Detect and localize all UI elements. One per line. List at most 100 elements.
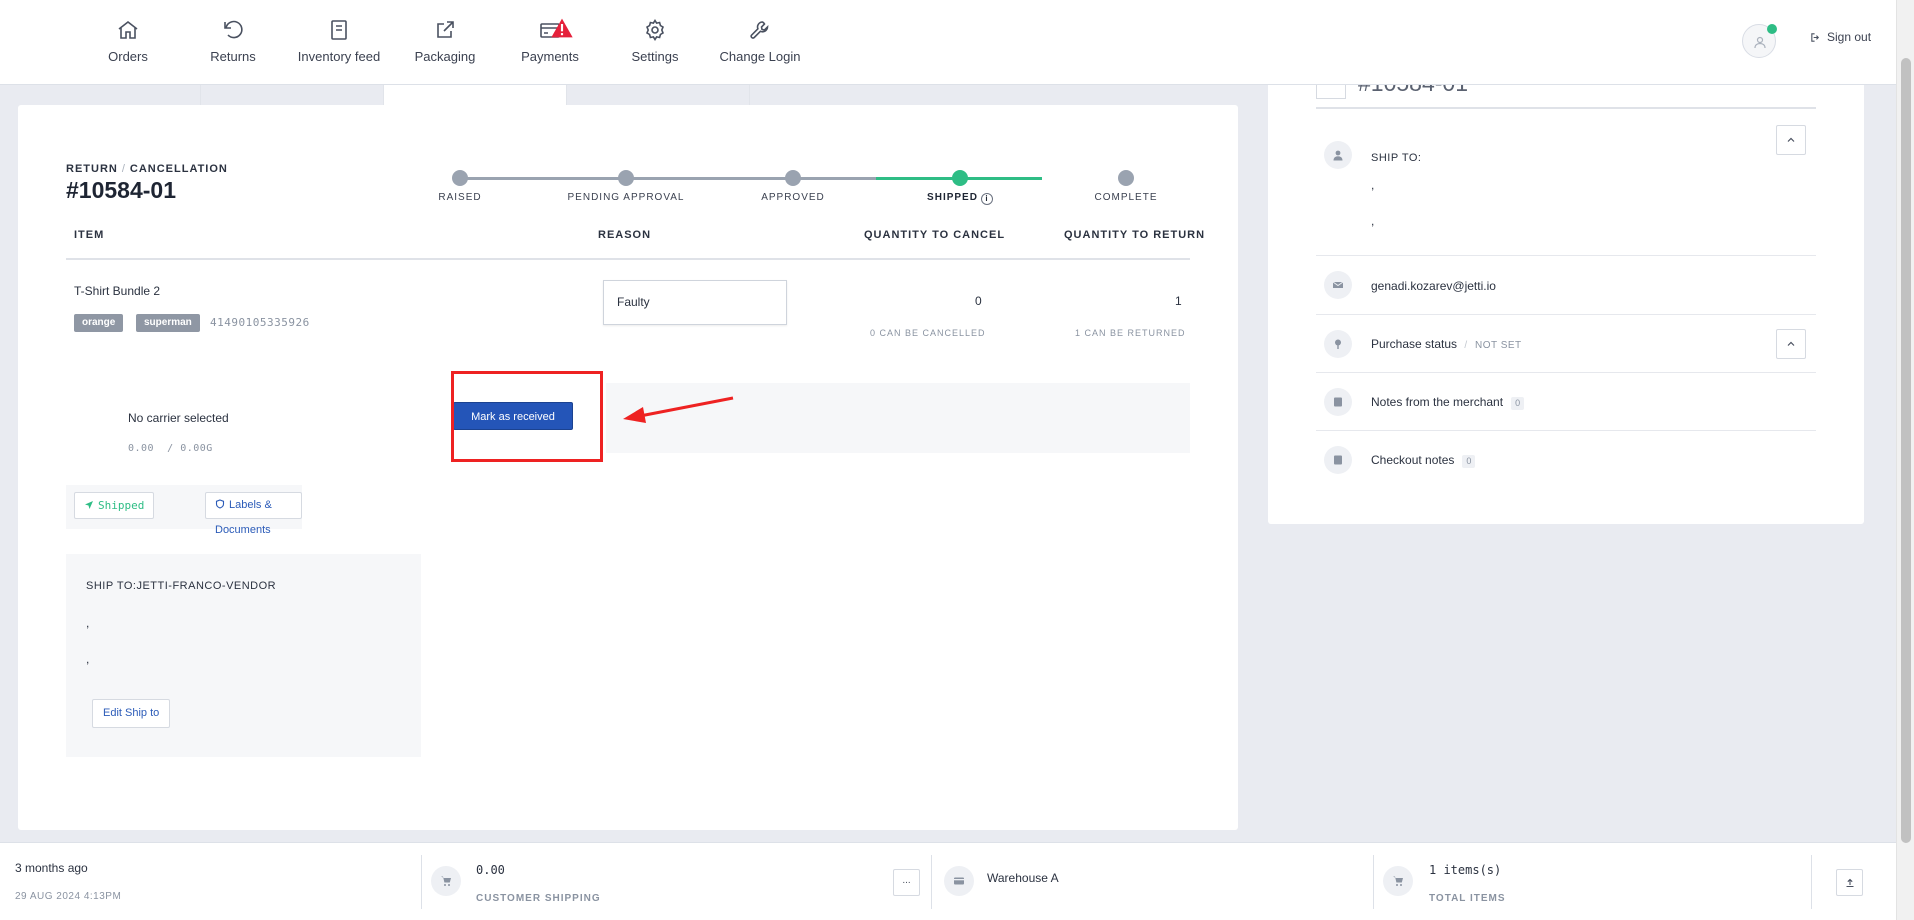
step-pending-approval: PENDING APPROVAL [556,170,696,203]
scrollbar-thumb[interactable] [1901,58,1911,843]
reason-value: Faulty [617,295,650,309]
ship-to-line: , [86,616,90,630]
nav-item-label: Payments [521,49,579,64]
note-icon [1324,388,1352,416]
upload-button[interactable] [1836,869,1863,896]
avatar[interactable] [1742,24,1777,58]
ship-to-panel: SHIP TO:JETTI-FRANCO-VENDOR , , Edit Shi… [66,554,421,757]
mark-as-received-button[interactable]: Mark as received [453,402,573,430]
user-icon [1324,141,1352,169]
nav-item-label: Inventory feed [297,49,381,64]
edit-ship-to-button[interactable]: Edit Ship to [92,699,171,728]
shipped-label: Shipped [98,499,145,512]
chevron-up-icon [1787,137,1795,142]
ship-to-section: SHIP TO: , , [1316,109,1816,256]
purchase-status-row: Purchase status / NOT SET [1316,315,1816,373]
created-date: 29 AUG 2024 4:13PM [15,891,122,902]
email-row: genadi.kozarev@jetti.io [1316,256,1816,315]
divider [1811,855,1812,909]
carrier-status: No carrier selected [128,411,229,425]
nav-item-label: Packaging [414,49,476,64]
alert-icon [551,18,573,38]
step-label: APPROVED [761,192,825,203]
nav-item-packaging[interactable]: Packaging [390,14,500,64]
column-header-qty-cancel: QUANTITY TO CANCEL [864,229,1006,241]
send-icon [85,501,93,509]
collapse-purchase-status-button[interactable] [1776,329,1806,359]
online-status-dot [1767,24,1777,34]
nav-item-payments[interactable]: Payments [495,14,605,64]
page-scrollbar[interactable] [1896,0,1914,920]
ship-to-title: SHIP TO:JETTI-FRANCO-VENDOR [86,580,277,592]
checkout-notes: Checkout notes 0 [1371,453,1476,468]
order-sidebar: #10584-01 SHIP TO: , , genadi.kozarev@je… [1268,70,1864,524]
info-icon[interactable]: i [980,193,993,205]
shipped-status-button[interactable]: Shipped [74,492,155,519]
more-options-button[interactable]: ... [893,869,920,896]
nav-item-settings[interactable]: Settings [600,14,710,64]
step-shipped: SHIPPED i [890,170,1030,205]
top-navigation: Orders Returns Inventory feed Packaging … [0,0,1896,85]
merchant-notes-row[interactable]: Notes from the merchant 0 [1316,373,1816,431]
label-separator: / [121,163,126,175]
warehouse-name: Warehouse A [987,871,1059,885]
merchant-notes: Notes from the merchant 0 [1371,395,1525,410]
qty-cancel-value[interactable]: 0 [975,294,982,308]
cart-icon [431,866,461,896]
user-icon [1754,36,1766,49]
shipping-weight: 0.00G [180,443,213,454]
cost-separator: / [167,443,174,454]
annotation-arrow-icon [623,396,734,423]
purchase-status-label: Purchase status [1371,337,1458,351]
cancellation-label: CANCELLATION [129,163,228,175]
nav-item-change-login[interactable]: Change Login [705,14,815,64]
tab[interactable] [18,85,201,105]
ship-to-heading: SHIP TO: [1371,152,1422,164]
step-raised: RAISED [390,170,530,203]
tab[interactable] [567,85,750,105]
notebook-icon [331,20,347,40]
qty-return-value[interactable]: 1 [1175,294,1182,308]
email-icon [1324,271,1352,299]
upload-icon [1846,878,1853,888]
nav-item-returns[interactable]: Returns [178,14,288,64]
step-approved: APPROVED [723,170,863,203]
cancel-availability: 0 CAN BE CANCELLED [870,328,986,338]
merchant-notes-label: Notes from the merchant [1371,395,1504,409]
shipping-cost: 0.00 [128,443,155,454]
nav-item-inventory-feed[interactable]: Inventory feed [284,14,394,64]
sign-out-button[interactable]: Sign out [1810,30,1871,44]
step-label: PENDING APPROVAL [567,192,685,203]
tab-active[interactable] [384,85,567,105]
chevron-up-icon [1787,341,1795,346]
customer-email[interactable]: genadi.kozarev@jetti.io [1371,279,1496,293]
nav-item-label: Orders [108,49,148,64]
tab[interactable] [201,85,384,105]
reason-select[interactable]: Faulty [603,280,787,325]
checkout-notes-row[interactable]: Checkout notes 0 [1316,431,1816,489]
tab-strip [18,85,750,105]
return-type-label: RETURN / CANCELLATION [66,163,228,175]
sign-out-icon [1811,32,1820,42]
divider [931,855,932,909]
total-items-value: 1 items(s) [1429,863,1502,877]
return-detail-card: RETURN / CANCELLATION #10584-01 RAISED PEN… [18,105,1238,830]
merchant-notes-count: 0 [1511,397,1525,410]
wrench-icon [750,21,769,39]
labels-documents-button[interactable]: Labels & Documents [205,492,302,536]
column-header-item: ITEM [74,229,105,241]
nav-item-orders[interactable]: Orders [73,14,183,64]
tag-badge: superman [136,314,200,332]
nav-item-label: Change Login [719,49,801,64]
return-label: RETURN [66,163,118,175]
purchase-status-separator: / [1464,340,1468,351]
home-icon [118,20,138,39]
divider [1373,855,1374,909]
nav-item-label: Settings [631,49,679,64]
gear-icon [646,18,664,42]
divider [421,855,422,909]
checkout-notes-label: Checkout notes [1371,453,1455,467]
collapse-ship-to-button[interactable] [1776,125,1806,155]
note-icon [1324,446,1352,474]
summary-footer: 3 months ago 29 AUG 2024 4:13PM 0.00 CUS… [0,842,1896,920]
